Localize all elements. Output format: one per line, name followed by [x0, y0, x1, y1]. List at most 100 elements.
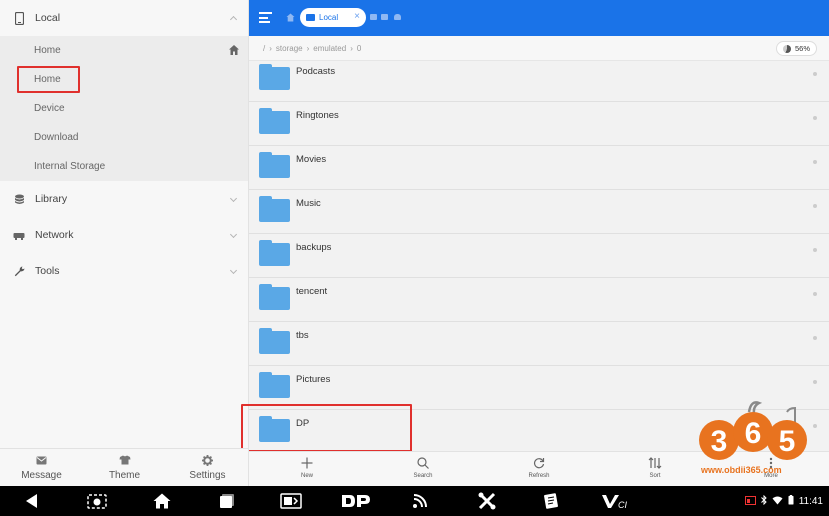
sidebar-section-library[interactable]: Library [0, 181, 248, 217]
checkbox[interactable] [813, 72, 817, 76]
pie-chart-icon [782, 44, 791, 53]
wifi-icon [772, 496, 783, 508]
checkbox[interactable] [813, 336, 817, 340]
chevron-down-icon[interactable] [229, 266, 238, 275]
local-submenu: Home Home Device Download Internal Stora… [0, 36, 248, 181]
folder-name: tbs [296, 330, 309, 341]
gear-icon [166, 453, 249, 467]
checkbox[interactable] [813, 248, 817, 252]
checkbox[interactable] [813, 204, 817, 208]
breadcrumb-item-emulated[interactable]: emulated [313, 44, 346, 53]
home-highlight-box [17, 66, 80, 93]
sidebar-item-device[interactable]: Device [0, 94, 248, 123]
tab-label: Local [319, 13, 339, 22]
home-icon[interactable] [228, 44, 240, 56]
sidebar-item-label: Device [34, 103, 65, 114]
cloud-icon[interactable] [394, 14, 401, 20]
folder-row-tencent[interactable]: tencent [249, 278, 829, 322]
sidebar-section-local[interactable]: Local [0, 0, 248, 36]
theme-label: Theme [108, 470, 141, 481]
sidebar-item-download[interactable]: Download [0, 123, 248, 152]
svg-text:5: 5 [779, 425, 796, 458]
folder-name: Pictures [296, 374, 331, 385]
folder-row-music[interactable]: Music [249, 190, 829, 234]
window-icon[interactable] [370, 14, 377, 20]
chevron-up-icon[interactable] [229, 15, 238, 24]
tools-icon[interactable] [476, 492, 498, 510]
breadcrumb-item-storage[interactable]: storage [276, 44, 303, 53]
file-manager-screen: Local Home Home Device Download Internal… [0, 0, 829, 516]
tab-local[interactable]: Local × [300, 8, 366, 27]
search-label: Search [413, 473, 433, 479]
sidebar-item-label: Download [34, 132, 79, 143]
theme-button[interactable]: Theme [83, 453, 166, 481]
home-icon[interactable] [286, 13, 295, 22]
new-button[interactable]: New [277, 455, 337, 479]
folder-name: backups [296, 242, 332, 253]
sort-button[interactable]: Sort [625, 455, 685, 479]
chevron-right-icon: › [269, 44, 272, 53]
breadcrumb-item-root[interactable]: / [263, 44, 265, 53]
sidebar-item-internal-storage[interactable]: Internal Storage [0, 152, 248, 181]
chevron-down-icon[interactable] [229, 230, 238, 239]
refresh-button[interactable]: Refresh [509, 455, 569, 479]
recent-apps-icon[interactable] [217, 492, 237, 510]
svg-text:CI: CI [618, 500, 627, 509]
checkbox[interactable] [813, 292, 817, 296]
message-button[interactable]: Message [0, 453, 83, 481]
chevron-down-icon[interactable] [229, 194, 238, 203]
checkbox[interactable] [813, 116, 817, 120]
window-icon [306, 14, 315, 21]
battery-icon [788, 495, 794, 508]
top-app-bar: Local × [249, 0, 829, 36]
breadcrumb-item-0[interactable]: 0 [357, 44, 361, 53]
bluetooth-icon [760, 494, 767, 508]
storage-usage-badge[interactable]: 56% [775, 41, 817, 56]
phone-icon [12, 11, 26, 25]
file-list: Podcasts Ringtones Movies Music backups … [249, 61, 829, 451]
breadcrumb-bar: / › storage › emulated › 0 56% [249, 36, 829, 61]
refresh-label: Refresh [528, 473, 550, 479]
folder-icon [259, 372, 290, 398]
dp-app-icon[interactable] [340, 492, 372, 510]
screenshot-icon[interactable] [86, 492, 108, 510]
checkbox[interactable] [813, 160, 817, 164]
back-icon[interactable] [22, 492, 42, 510]
close-icon[interactable]: × [354, 11, 360, 22]
chevron-right-icon: › [350, 44, 353, 53]
network-icon [12, 228, 26, 242]
search-button[interactable]: Search [393, 455, 453, 479]
folder-icon [259, 240, 290, 266]
dp-highlight-box [241, 404, 412, 452]
checkbox[interactable] [813, 424, 817, 428]
sidebar-item-home-root[interactable]: Home [0, 36, 248, 65]
folder-row-ringtones[interactable]: Ringtones [249, 102, 829, 146]
storage-usage-value: 56% [794, 44, 810, 53]
notes-icon[interactable] [541, 492, 561, 510]
svg-text:6: 6 [745, 417, 762, 450]
folder-name: Music [296, 198, 321, 209]
sidebar-section-label: Library [35, 193, 68, 205]
sort-icon [625, 455, 685, 471]
settings-button[interactable]: Settings [166, 453, 249, 481]
home-icon[interactable] [151, 492, 173, 510]
folder-row-movies[interactable]: Movies [249, 146, 829, 190]
sidebar-section-label: Local [35, 12, 61, 24]
dual-screen-icon[interactable] [279, 492, 303, 510]
sidebar-section-tools[interactable]: Tools [0, 253, 248, 289]
window-icon[interactable] [381, 14, 388, 20]
folder-row-podcasts[interactable]: Podcasts [249, 61, 829, 102]
folder-icon [259, 328, 290, 354]
checkbox[interactable] [813, 380, 817, 384]
sidebar-section-network[interactable]: Network [0, 217, 248, 253]
vci-icon[interactable]: CI [600, 492, 630, 510]
status-bar: 11:41 [744, 494, 823, 508]
wifi-signal-icon[interactable] [411, 492, 431, 510]
message-icon [0, 453, 83, 467]
folder-row-backups[interactable]: backups [249, 234, 829, 278]
clock: 11:41 [798, 496, 823, 507]
folder-row-tbs[interactable]: tbs [249, 322, 829, 366]
folder-icon [259, 108, 290, 134]
menu-icon[interactable] [259, 12, 272, 23]
sidebar-item-label: Home [34, 45, 61, 56]
